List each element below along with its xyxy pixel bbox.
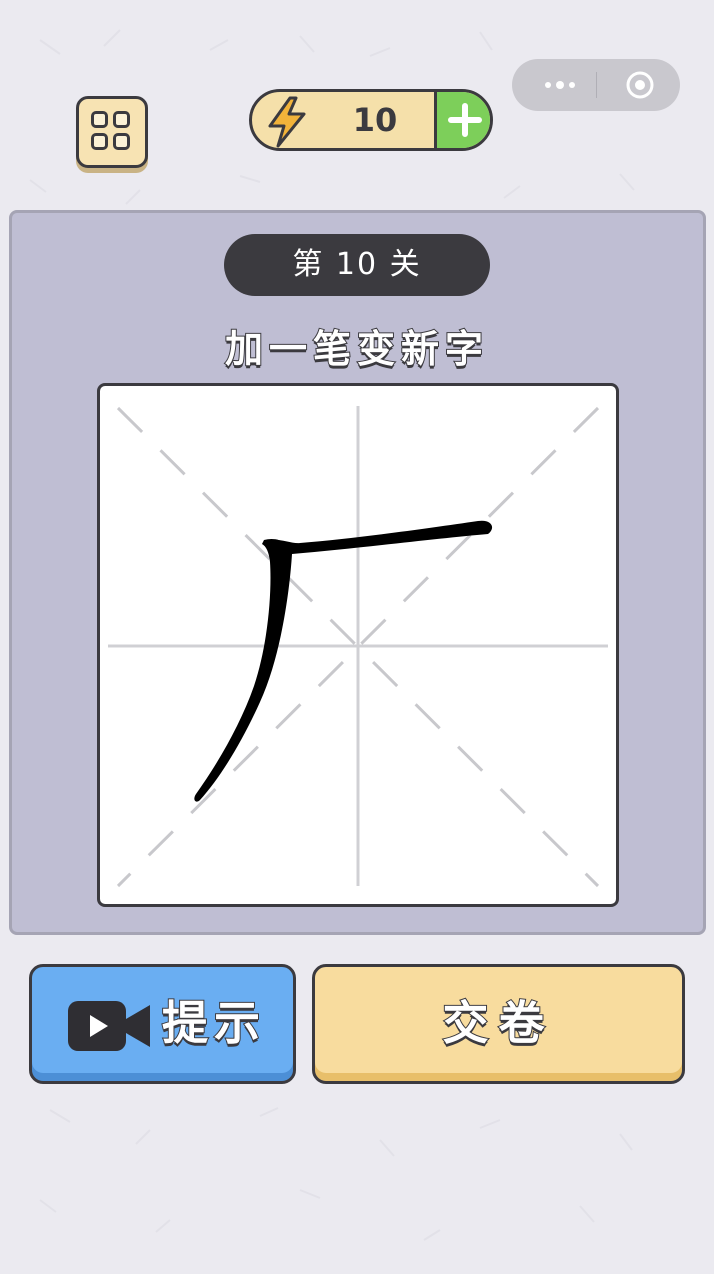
target-close-icon[interactable]: [624, 69, 656, 101]
more-dots-icon[interactable]: [542, 77, 582, 93]
energy-counter: 10: [249, 89, 493, 151]
character-strokes: [194, 520, 493, 802]
horizontal-stroke: [264, 520, 493, 558]
grid-menu-icon: [91, 111, 133, 153]
hint-label: 提示: [161, 995, 266, 1051]
level-title: 第 10 关: [224, 234, 490, 296]
hint-button[interactable]: 提示: [29, 964, 296, 1084]
miniprogram-capsule: [512, 59, 680, 111]
energy-count: 10: [352, 101, 398, 139]
video-camera-icon: [68, 1001, 150, 1051]
puzzle-instruction: 加一笔变新字: [224, 326, 489, 372]
submit-button[interactable]: 交卷: [312, 964, 685, 1084]
writing-grid[interactable]: [97, 383, 619, 907]
plus-icon: [448, 103, 482, 137]
capsule-divider: [596, 72, 597, 98]
add-energy-button[interactable]: [434, 92, 490, 148]
menu-button[interactable]: [76, 96, 148, 168]
lightning-bolt-icon: [268, 96, 306, 148]
grid-guides: [108, 406, 608, 888]
submit-label: 交卷: [442, 995, 555, 1051]
